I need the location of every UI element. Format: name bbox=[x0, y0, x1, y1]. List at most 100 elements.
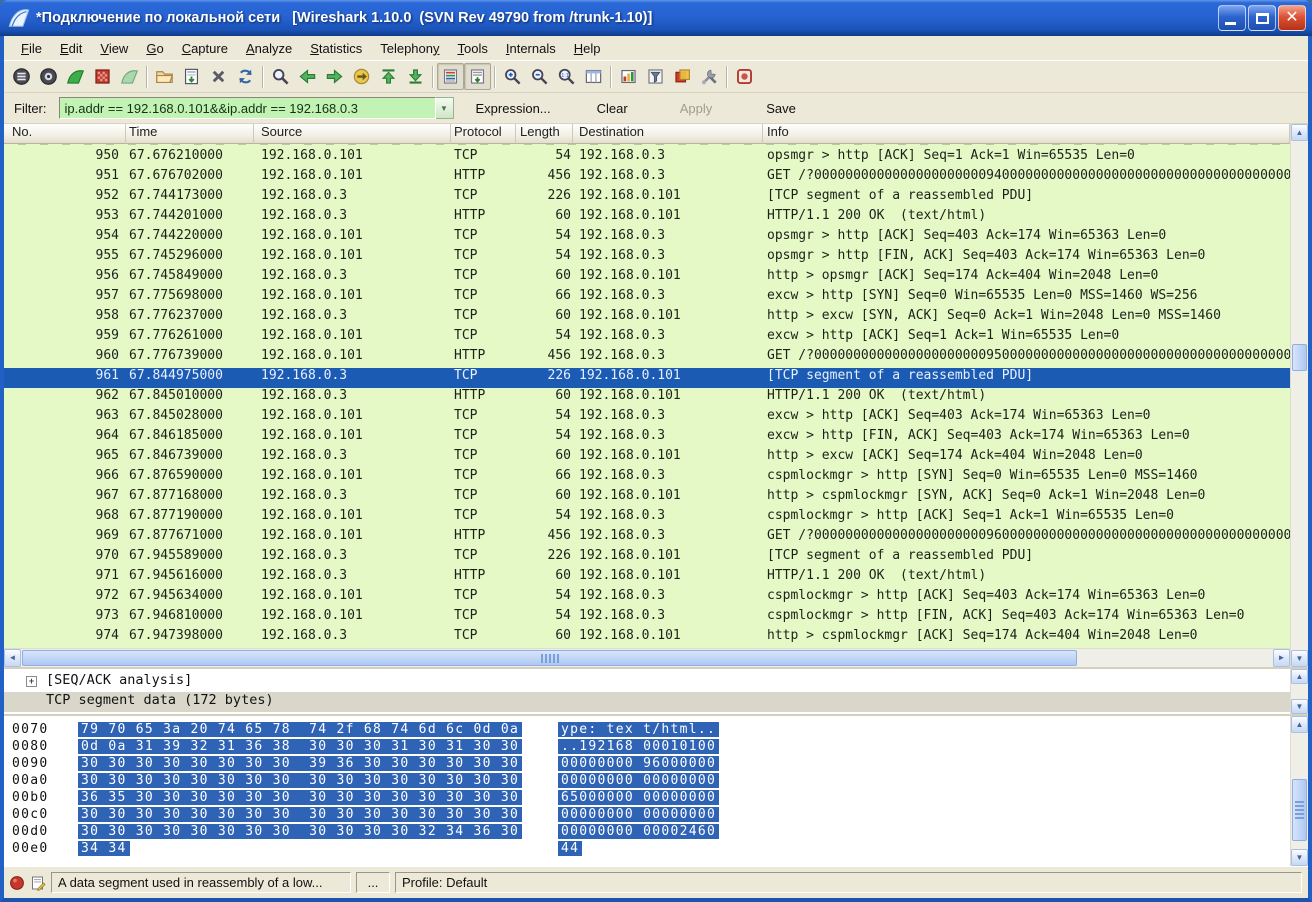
packet-row[interactable]: 95267.744173000192.168.0.3TCP226192.168.… bbox=[4, 188, 1290, 208]
wireshark-shark-fin-icon[interactable] bbox=[8, 7, 30, 29]
zoom-actual-button[interactable]: 1:1 bbox=[553, 63, 580, 90]
packet-row[interactable]: 95167.676702000192.168.0.101HTTP456192.1… bbox=[4, 168, 1290, 188]
details-scroll-up-button[interactable]: ▲ bbox=[1291, 669, 1308, 684]
find-packet-button[interactable] bbox=[267, 63, 294, 90]
horizontal-scroll-thumb[interactable] bbox=[22, 650, 1077, 666]
column-header-protocol[interactable]: Protocol bbox=[451, 124, 516, 144]
packet-row[interactable]: 96567.846739000192.168.0.3TCP60192.168.0… bbox=[4, 448, 1290, 468]
packet-row[interactable]: 97167.945616000192.168.0.3HTTP60192.168.… bbox=[4, 568, 1290, 588]
packet-row[interactable]: 95667.745849000192.168.0.3TCP60192.168.0… bbox=[4, 268, 1290, 288]
hex-line[interactable]: 007079 70 65 3a 20 74 65 78 74 2f 68 74 … bbox=[4, 722, 1290, 739]
open-file-button[interactable] bbox=[151, 63, 178, 90]
menu-capture[interactable]: Capture bbox=[173, 38, 237, 59]
resize-columns-button[interactable] bbox=[580, 63, 607, 90]
menu-tools[interactable]: Tools bbox=[449, 38, 497, 59]
help-button[interactable] bbox=[731, 63, 758, 90]
coloring-rules-button[interactable] bbox=[615, 63, 642, 90]
zoom-in-button[interactable] bbox=[499, 63, 526, 90]
menu-analyze[interactable]: Analyze bbox=[237, 38, 301, 59]
menu-file[interactable]: File bbox=[12, 38, 51, 59]
hex-scroll-thumb[interactable] bbox=[1292, 779, 1307, 841]
menu-view[interactable]: View bbox=[91, 38, 137, 59]
stop-capture-button[interactable] bbox=[89, 63, 116, 90]
column-header-source[interactable]: Source bbox=[254, 124, 451, 144]
hex-line[interactable]: 00b036 35 30 30 30 30 30 30 30 30 30 30 … bbox=[4, 790, 1290, 807]
status-ellipsis[interactable]: ... bbox=[356, 872, 390, 893]
packet-row[interactable]: 96367.845028000192.168.0.101TCP54192.168… bbox=[4, 408, 1290, 428]
maximize-button[interactable] bbox=[1248, 5, 1276, 31]
display-filters-button[interactable] bbox=[642, 63, 669, 90]
filter-input[interactable] bbox=[59, 97, 436, 119]
autoscroll-toggle-button[interactable] bbox=[464, 63, 491, 90]
scroll-left-button[interactable]: ◄ bbox=[4, 649, 21, 667]
menu-internals[interactable]: Internals bbox=[497, 38, 565, 59]
packet-row[interactable]: 97367.946810000192.168.0.101TCP54192.168… bbox=[4, 608, 1290, 628]
hex-line[interactable]: 00a030 30 30 30 30 30 30 30 30 30 30 30 … bbox=[4, 773, 1290, 790]
menu-help[interactable]: Help bbox=[565, 38, 610, 59]
go-to-bottom-button[interactable] bbox=[402, 63, 429, 90]
packet-row[interactable]: 95967.776261000192.168.0.101TCP54192.168… bbox=[4, 328, 1290, 348]
colorize-toggle-button[interactable] bbox=[437, 63, 464, 90]
status-profile[interactable]: Profile: Default bbox=[395, 872, 1302, 893]
hex-scroll-down-button[interactable]: ▼ bbox=[1291, 849, 1308, 866]
horizontal-scroll-track[interactable] bbox=[21, 649, 1273, 667]
restart-capture-button[interactable] bbox=[116, 63, 143, 90]
vertical-scroll-track[interactable] bbox=[1291, 141, 1308, 650]
packet-row[interactable]: 95467.744220000192.168.0.101TCP54192.168… bbox=[4, 228, 1290, 248]
column-header-length[interactable]: Length bbox=[516, 124, 573, 144]
column-header-destination[interactable]: Destination bbox=[573, 124, 763, 144]
packet-row[interactable]: 97467.947398000192.168.0.3TCP60192.168.0… bbox=[4, 628, 1290, 648]
hex-scroll-track[interactable] bbox=[1291, 733, 1308, 849]
detail-line[interactable]: +[SEQ/ACK analysis] bbox=[4, 672, 1290, 692]
capture-comment-icon[interactable] bbox=[30, 875, 46, 891]
packet-row[interactable]: 97267.945634000192.168.0.101TCP54192.168… bbox=[4, 588, 1290, 608]
menu-edit[interactable]: Edit bbox=[51, 38, 91, 59]
hex-line[interactable]: 00800d 0a 31 39 32 31 36 38 30 30 30 31 … bbox=[4, 739, 1290, 756]
apply-button[interactable]: Apply bbox=[672, 98, 721, 119]
list-interfaces-button[interactable] bbox=[8, 63, 35, 90]
details-scroll-down-button[interactable]: ▼ bbox=[1291, 699, 1308, 714]
reload-file-button[interactable] bbox=[232, 63, 259, 90]
save-file-button[interactable] bbox=[178, 63, 205, 90]
packet-row[interactable]: 96467.846185000192.168.0.101TCP54192.168… bbox=[4, 428, 1290, 448]
save-filter-button[interactable]: Save bbox=[758, 98, 804, 119]
packet-row[interactable]: 96167.844975000192.168.0.3TCP226192.168.… bbox=[4, 368, 1290, 388]
packet-row[interactable]: 95567.745296000192.168.0.101TCP54192.168… bbox=[4, 248, 1290, 268]
start-capture-button[interactable] bbox=[62, 63, 89, 90]
preferences-button[interactable] bbox=[696, 63, 723, 90]
hex-line[interactable]: 009030 30 30 30 30 30 30 30 39 36 30 30 … bbox=[4, 756, 1290, 773]
packet-row[interactable]: 96067.776739000192.168.0.101HTTP456192.1… bbox=[4, 348, 1290, 368]
capture-options-button[interactable] bbox=[35, 63, 62, 90]
column-header-no[interactable]: No. bbox=[4, 124, 126, 144]
expression-button[interactable]: Expression... bbox=[468, 98, 559, 119]
hex-line[interactable]: 00c030 30 30 30 30 30 30 30 30 30 30 30 … bbox=[4, 807, 1290, 824]
close-button[interactable]: ✕ bbox=[1278, 5, 1306, 31]
coloring-edit-button[interactable] bbox=[669, 63, 696, 90]
packet-row[interactable]: 95367.744201000192.168.0.3HTTP60192.168.… bbox=[4, 208, 1290, 228]
packet-row[interactable]: 95067.676210000192.168.0.101TCP54192.168… bbox=[4, 148, 1290, 168]
column-header-time[interactable]: Time bbox=[126, 124, 254, 144]
packet-row[interactable]: 96267.845010000192.168.0.3HTTP60192.168.… bbox=[4, 388, 1290, 408]
clear-button[interactable]: Clear bbox=[589, 98, 636, 119]
column-header-info[interactable]: Info bbox=[763, 124, 1290, 144]
scroll-down-button[interactable]: ▼ bbox=[1291, 650, 1308, 667]
scroll-right-button[interactable]: ► bbox=[1273, 649, 1290, 667]
minimize-button[interactable] bbox=[1218, 5, 1246, 31]
packet-row[interactable]: 96667.876590000192.168.0.101TCP66192.168… bbox=[4, 468, 1290, 488]
go-to-packet-button[interactable] bbox=[348, 63, 375, 90]
details-scroll-track[interactable] bbox=[1291, 684, 1308, 699]
hex-scroll-up-button[interactable]: ▲ bbox=[1291, 716, 1308, 733]
packet-row[interactable]: 95767.775698000192.168.0.101TCP66192.168… bbox=[4, 288, 1290, 308]
detail-line[interactable]: TCP segment data (172 bytes) bbox=[4, 692, 1290, 712]
zoom-out-button[interactable] bbox=[526, 63, 553, 90]
menu-statistics[interactable]: Statistics bbox=[301, 38, 371, 59]
scroll-up-button[interactable]: ▲ bbox=[1291, 124, 1308, 141]
expander-plus-icon[interactable]: + bbox=[26, 676, 37, 687]
menu-telephony[interactable]: Telephony bbox=[371, 38, 448, 59]
go-back-button[interactable] bbox=[294, 63, 321, 90]
packet-row[interactable]: 96767.877168000192.168.0.3TCP60192.168.0… bbox=[4, 488, 1290, 508]
menu-go[interactable]: Go bbox=[137, 38, 172, 59]
hex-line[interactable]: 00d030 30 30 30 30 30 30 30 30 30 30 30 … bbox=[4, 824, 1290, 841]
vertical-scroll-thumb[interactable] bbox=[1292, 344, 1307, 371]
hex-line[interactable]: 00e034 3444 bbox=[4, 841, 1290, 858]
